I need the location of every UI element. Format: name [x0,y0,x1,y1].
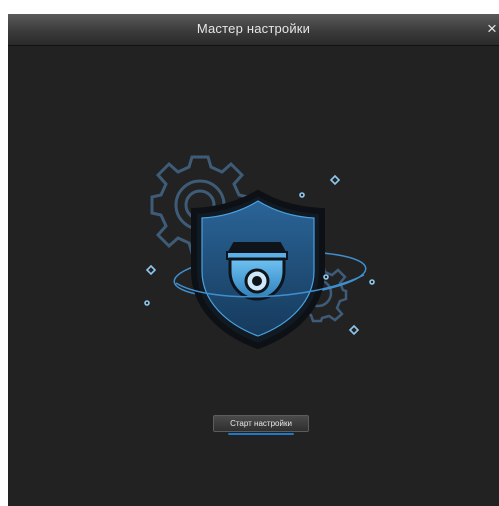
dome-camera-icon [226,242,288,301]
start-setup-button[interactable]: Старт настройки [213,415,309,432]
wizard-illustration [144,155,375,350]
setup-wizard-window: Мастер настройки × Старт настройки [8,14,499,506]
title-bar: Мастер настройки × [8,14,499,46]
close-icon[interactable]: × [487,20,499,38]
button-focus-indicator [228,433,294,435]
window-title: Мастер настройки [196,21,311,36]
